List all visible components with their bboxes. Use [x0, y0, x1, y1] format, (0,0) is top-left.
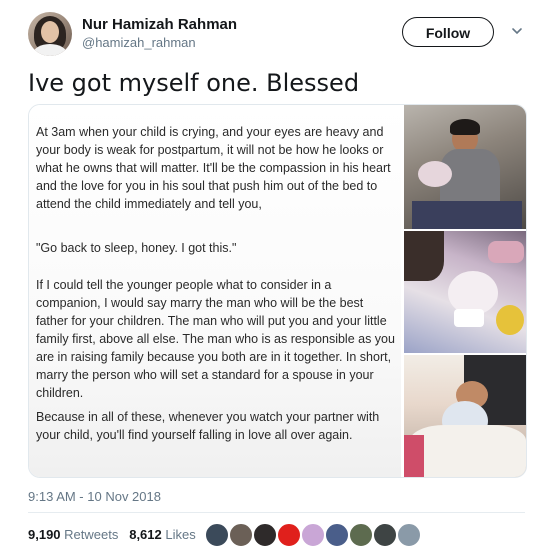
avatar[interactable] [28, 12, 72, 56]
photo-father-holding-baby[interactable] [404, 105, 526, 229]
liker-avatar[interactable] [205, 523, 229, 547]
tweet-header: Nur Hamizah Rahman @hamizah_rahman Follo… [28, 12, 538, 62]
tweet-timestamp[interactable]: 9:13 AM - 10 Nov 2018 [28, 489, 161, 504]
author-handle[interactable]: @hamizah_rahman [82, 35, 196, 50]
liker-avatar[interactable] [373, 523, 397, 547]
tweet-media[interactable]: At 3am when your child is crying, and yo… [28, 104, 527, 478]
liker-avatar[interactable] [325, 523, 349, 547]
photo-father-sleeping-with-baby[interactable] [404, 355, 526, 477]
photo-collage[interactable] [404, 105, 526, 477]
divider [28, 512, 525, 513]
quote-paragraph-2: "Go back to sleep, honey. I got this." [36, 241, 237, 255]
quote-paragraph-3: If I could tell the younger people what … [36, 278, 395, 400]
chevron-down-icon[interactable] [511, 25, 523, 37]
author-name[interactable]: Nur Hamizah Rahman [82, 16, 237, 33]
retweets-count[interactable]: 9,190 [28, 527, 61, 542]
liker-avatar[interactable] [349, 523, 373, 547]
liker-avatar[interactable] [229, 523, 253, 547]
tweet-text: Ive got myself one. Blessed [28, 69, 360, 97]
liker-avatar[interactable] [253, 523, 277, 547]
quote-image: At 3am when your child is crying, and yo… [29, 105, 401, 477]
tweet-stats: 9,190 Retweets 8,612 Likes [28, 527, 196, 542]
quote-paragraph-4: Because in all of these, whenever you wa… [36, 410, 380, 442]
likes-label[interactable]: Likes [165, 527, 195, 542]
liker-avatar[interactable] [397, 523, 421, 547]
follow-button[interactable]: Follow [402, 17, 494, 47]
likes-count[interactable]: 8,612 [129, 527, 162, 542]
liker-avatar[interactable] [277, 523, 301, 547]
quote-paragraph-1: At 3am when your child is crying, and yo… [36, 125, 391, 211]
liker-avatar[interactable] [301, 523, 325, 547]
retweets-label[interactable]: Retweets [64, 527, 118, 542]
photo-father-changing-baby[interactable] [404, 231, 526, 353]
